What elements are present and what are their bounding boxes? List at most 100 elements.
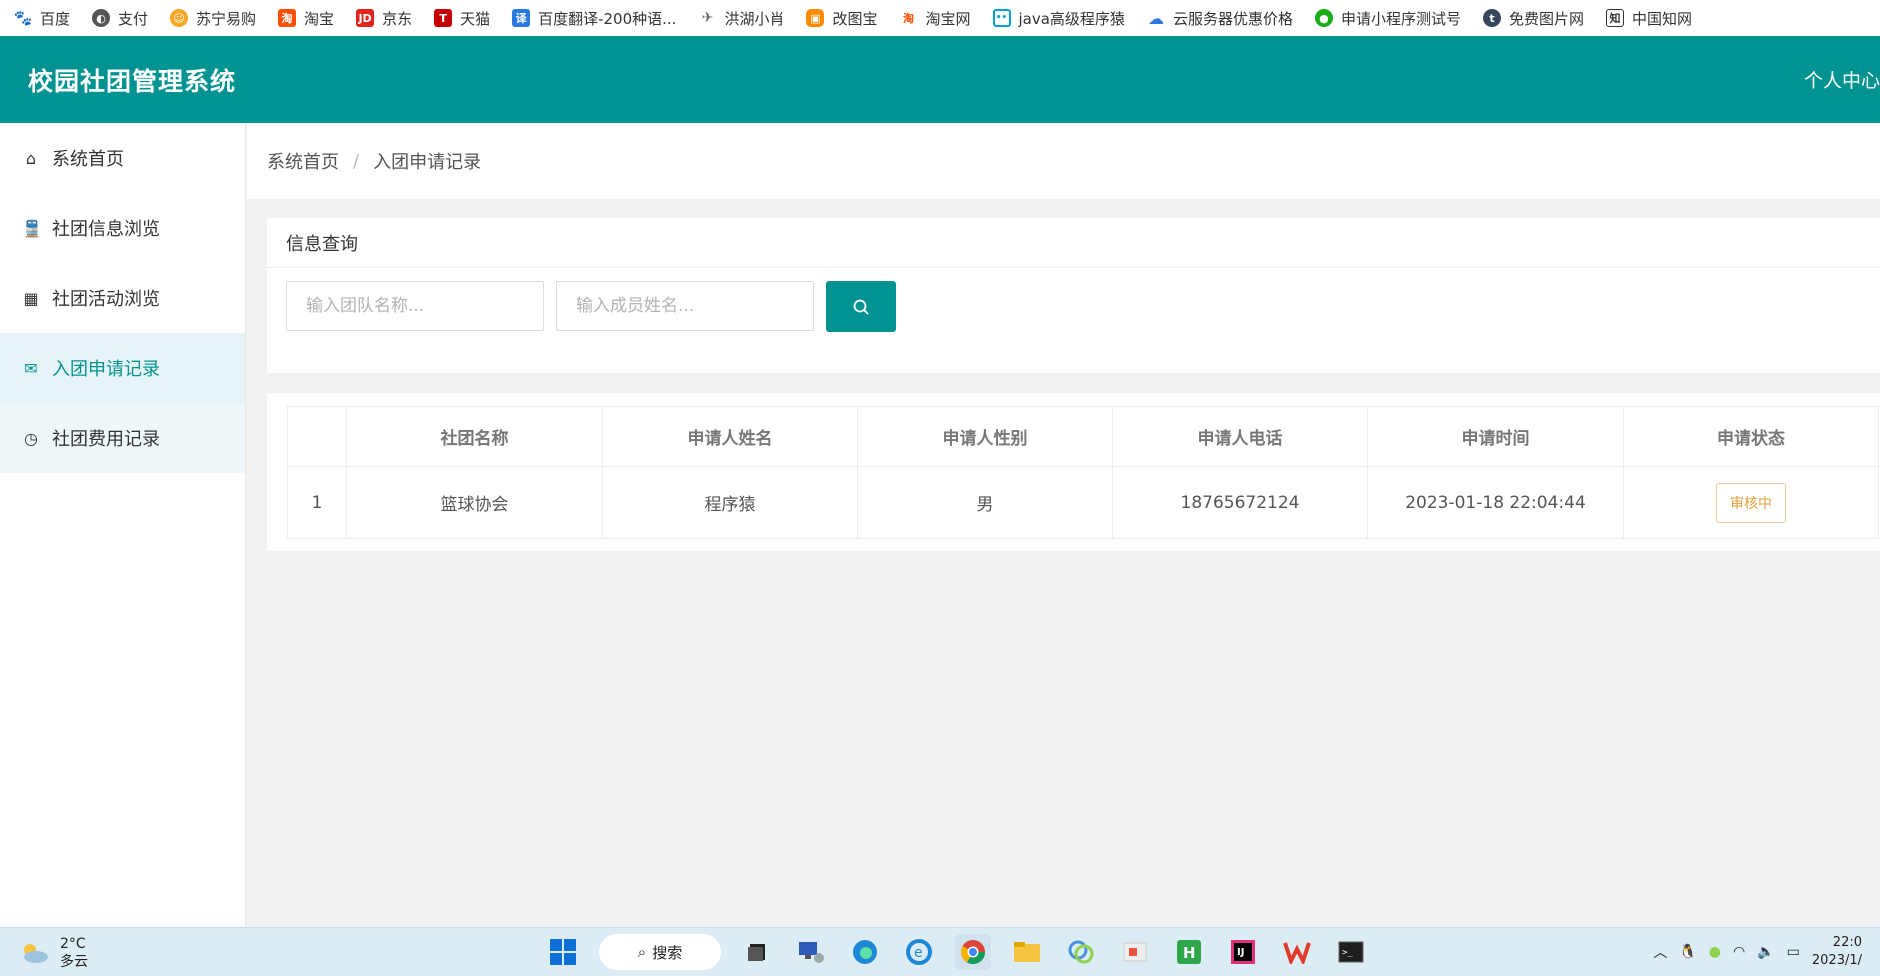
calculator-icon: ▦	[23, 288, 39, 308]
member-name-input[interactable]	[556, 281, 814, 331]
bookmark-bilibili[interactable]: •• java高级程序猿	[992, 8, 1125, 29]
bookmark-suning[interactable]: ☺ 苏宁易购	[170, 8, 256, 29]
col-header-index	[287, 406, 347, 467]
bookmark-pay[interactable]: ◐ 支付	[92, 8, 148, 29]
clock-icon: ◷	[24, 428, 38, 448]
col-header-gender: 申请人性别	[857, 406, 1113, 467]
volume-icon[interactable]: 🔈	[1757, 944, 1774, 960]
sidebar-item-club-info[interactable]: 🚆 社团信息浏览	[0, 193, 245, 263]
query-inputs	[286, 281, 896, 332]
sidebar-item-club-activities[interactable]: ▦ 社团活动浏览	[0, 263, 245, 333]
bookmark-tmall[interactable]: T 天猫	[434, 8, 490, 29]
hbuilder-icon[interactable]: H	[1171, 934, 1207, 970]
sidebar-item-club-fees[interactable]: ◷ 社团费用记录	[0, 403, 245, 473]
table-header-row: 社团名称 申请人姓名 申请人性别 申请人电话 申请时间 申请状态	[287, 406, 1879, 467]
weather-condition: 多云	[60, 954, 88, 970]
windows-start-button[interactable]	[545, 934, 581, 970]
taobao-icon: 淘	[902, 12, 914, 25]
sidebar-item-label: 入团申请记录	[52, 359, 160, 380]
bookmark-baidu[interactable]: 🐾 百度	[14, 8, 70, 29]
bookmark-honghu[interactable]: ✈ 洪湖小肖	[698, 8, 785, 29]
home-icon: ⌂	[25, 148, 37, 168]
cloud-icon	[24, 944, 48, 963]
svg-text:>_: >_	[1342, 948, 1353, 958]
app-colorful-icon[interactable]	[1063, 934, 1099, 970]
bookmark-cloud-server[interactable]: ☁ 云服务器优惠价格	[1147, 8, 1293, 29]
intellij-icon[interactable]: IJ	[1225, 934, 1261, 970]
col-header-time: 申请时间	[1367, 406, 1624, 467]
col-header-name: 申请人姓名	[602, 406, 858, 467]
sidebar-item-label: 系统首页	[52, 149, 124, 170]
taskbar-search-label: 搜索	[652, 943, 683, 962]
cell-index: 1	[287, 466, 347, 539]
presentation-app-icon[interactable]	[1117, 934, 1153, 970]
tmall-icon: T	[434, 9, 453, 27]
sidebar-item-label: 社团信息浏览	[52, 219, 160, 240]
chevron-up-icon[interactable]: ︿	[1653, 942, 1667, 962]
globe-icon: ◐	[92, 9, 111, 27]
jd-icon: JD	[356, 9, 375, 27]
team-name-input[interactable]	[286, 281, 544, 331]
tray-app-icon[interactable]: ●	[1709, 944, 1721, 960]
applications-table: 社团名称 申请人姓名 申请人性别 申请人电话 申请时间 申请状态 1 篮球协会 …	[287, 406, 1879, 539]
bookmark-baidu-translate[interactable]: 译百度翻译-200种语...	[512, 8, 676, 29]
bilibili-icon: ••	[992, 9, 1011, 27]
bookmark-gaitubao[interactable]: ▣ 改图宝	[806, 8, 877, 29]
bookmark-cnki[interactable]: 知中国知网	[1605, 8, 1692, 29]
user-center-link[interactable]: 个人中心	[1804, 66, 1880, 93]
breadcrumb-home[interactable]: 系统首页	[267, 148, 339, 174]
clock-time: 22:0	[1832, 935, 1862, 950]
cell-name: 程序猿	[602, 466, 858, 539]
cell-phone: 18765672124	[1112, 466, 1368, 539]
gaitubao-icon: ▣	[806, 9, 825, 27]
taskbar-search[interactable]: ⌕ 搜索	[599, 934, 721, 970]
envelope-open-icon: ✉	[24, 358, 38, 378]
sidebar-item-label: 社团费用记录	[52, 429, 160, 450]
battery-icon[interactable]: ▭	[1787, 944, 1800, 960]
taobao-icon: 淘	[278, 9, 297, 27]
query-title: 信息查询	[267, 218, 1880, 268]
task-view-icon[interactable]	[739, 934, 775, 970]
breadcrumb-separator: /	[353, 150, 360, 172]
baidu-paw-icon: 🐾	[13, 9, 33, 27]
file-explorer-icon[interactable]	[1009, 934, 1045, 970]
cell-gender: 男	[857, 466, 1113, 539]
windows-icon	[550, 939, 576, 965]
cnki-icon: 知	[1605, 9, 1624, 27]
network-computer-icon[interactable]	[793, 934, 829, 970]
taskbar-apps: ⌕ 搜索 e H IJ >_	[545, 934, 1369, 970]
bookmark-free-images[interactable]: t 免费图片网	[1482, 8, 1584, 29]
search-button[interactable]	[826, 281, 896, 332]
applications-panel: 社团名称 申请人姓名 申请人性别 申请人电话 申请时间 申请状态 1 篮球协会 …	[267, 393, 1880, 551]
terminal-icon[interactable]: >_	[1333, 934, 1369, 970]
ie-browser-icon[interactable]: e	[901, 934, 937, 970]
chrome-browser-icon[interactable]	[955, 934, 991, 970]
col-header-status: 申请状态	[1623, 406, 1879, 467]
edge-browser-icon[interactable]	[847, 934, 883, 970]
bookmark-jd[interactable]: JD 京东	[356, 8, 412, 29]
train-icon: 🚆	[22, 218, 42, 238]
sidebar-item-label: 社团活动浏览	[52, 289, 160, 310]
bird-icon: ✈	[701, 10, 714, 26]
query-panel: 信息查询	[267, 218, 1880, 373]
qq-icon[interactable]: 🐧	[1679, 944, 1696, 960]
bookmark-taobao-net[interactable]: 淘淘宝网	[899, 8, 971, 29]
wifi-icon[interactable]: ◠	[1733, 944, 1745, 960]
sidebar-item-join-applications[interactable]: ✉ 入团申请记录	[0, 333, 245, 403]
weather-temperature: 2°C	[60, 936, 86, 952]
taskbar-clock[interactable]: 22:0 2023/1/	[1812, 934, 1862, 970]
weather-widget[interactable]: 2°C 多云	[18, 935, 88, 971]
sidebar: ⌂ 系统首页 🚆 社团信息浏览 ▦ 社团活动浏览 ✉ 入团申请记录 ◷ 社团费用…	[0, 123, 246, 927]
status-badge[interactable]: 审核中	[1716, 482, 1786, 523]
sidebar-item-home[interactable]: ⌂ 系统首页	[0, 123, 245, 193]
search-icon: ⌕	[637, 943, 647, 961]
bookmark-wechat[interactable]: ● 申请小程序测试号	[1314, 8, 1461, 29]
cell-club: 篮球协会	[346, 466, 603, 539]
search-icon	[853, 299, 869, 314]
cloud-icon: ☁	[1147, 8, 1164, 28]
wps-office-icon[interactable]	[1279, 934, 1315, 970]
translate-icon: 译	[512, 9, 531, 27]
clock-date: 2023/1/	[1811, 953, 1862, 968]
breadcrumb: 系统首页 / 入团申请记录	[247, 123, 1880, 199]
bookmark-taobao[interactable]: 淘淘宝	[278, 8, 334, 29]
